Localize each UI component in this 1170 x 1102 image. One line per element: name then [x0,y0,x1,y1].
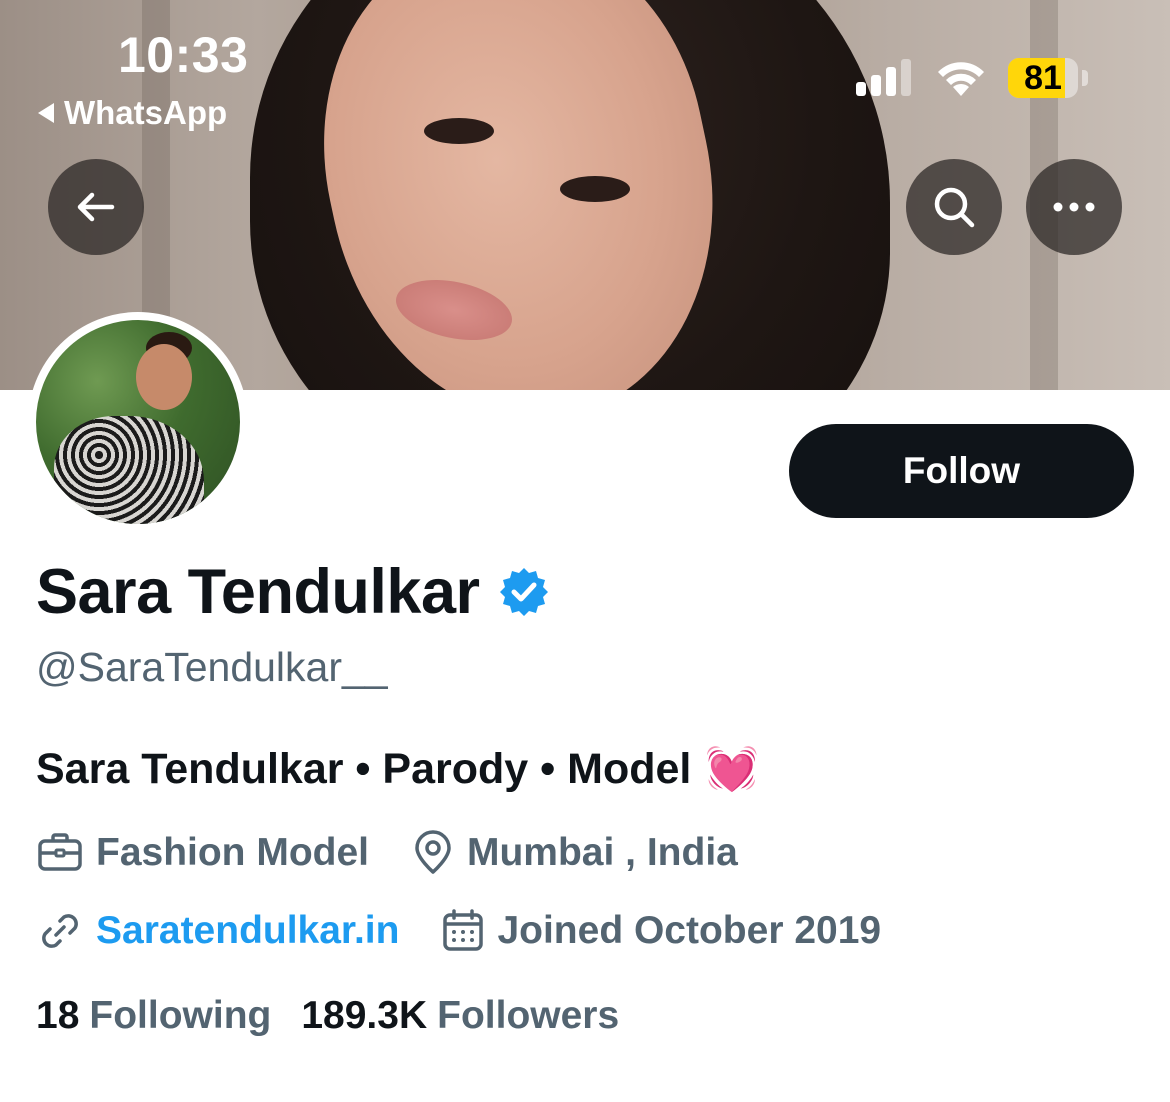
website-item[interactable]: Saratendulkar.in [36,907,399,955]
profile-avatar[interactable] [28,312,248,532]
followers-stat[interactable]: 189.3K Followers [301,994,619,1038]
follow-button[interactable]: Follow [789,424,1134,518]
briefcase-icon [38,833,82,871]
banner-eye [560,176,630,202]
bio-text: Sara Tendulkar • Parody • Model [36,744,692,793]
search-icon [934,187,975,228]
more-options-button[interactable] [1026,159,1122,255]
username-handle: @SaraTendulkar__ [36,644,388,690]
banner-eye [424,118,494,144]
search-button[interactable] [906,159,1002,255]
profile-meta-row: Fashion Model Mumbai , India [36,830,780,876]
location-pin-icon [415,830,451,874]
back-app-label: WhatsApp [64,94,228,131]
heart-emoji-icon: 💓 [705,745,759,793]
avatar-head [136,344,192,410]
back-button[interactable] [48,159,144,255]
joined-label: Joined October 2019 [497,909,882,952]
category-item: Fashion Model [36,831,369,875]
status-time: 10:33 [118,27,249,83]
following-count: 18 [36,994,80,1037]
follow-stats: 18 Following 189.3K Followers [36,994,649,1038]
following-stat[interactable]: 18 Following [36,994,271,1038]
link-icon [42,914,78,948]
verified-badge-icon[interactable] [498,566,550,618]
category-label: Fashion Model [96,831,369,874]
cellular-signal-icon [856,58,911,96]
location-item: Mumbai , India [411,830,738,876]
bio: Sara Tendulkar • Parody • Model 💓 [36,744,759,794]
display-name: Sara Tendulkar [36,557,480,627]
back-to-app-link[interactable]: WhatsApp [38,94,227,132]
more-horizontal-icon [1053,202,1095,212]
back-triangle-icon [38,103,54,123]
followers-count: 189.3K [301,994,428,1037]
battery-level: 81 [1024,59,1062,97]
calendar-icon [443,909,484,951]
location-label: Mumbai , India [467,831,738,874]
battery-tip [1082,70,1088,86]
avatar-dress [54,416,204,524]
joined-item: Joined October 2019 [441,908,881,954]
website-link[interactable]: Saratendulkar.in [96,909,399,953]
following-label: Following [89,994,272,1037]
battery-icon: 81 [1008,58,1078,98]
followers-label: Followers [437,994,620,1037]
arrow-left-icon [77,192,115,222]
profile-meta-row: Saratendulkar.in Joined October 2019 [36,907,923,955]
display-name-row: Sara Tendulkar [36,556,550,628]
wifi-icon [938,62,984,96]
